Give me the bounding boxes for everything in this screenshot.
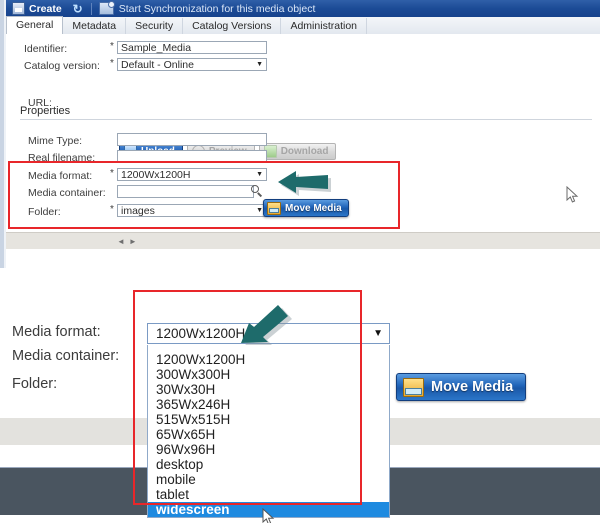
mime-type-label: Mime Type: — [28, 135, 82, 147]
tab-catalog-versions[interactable]: Catalog Versions — [183, 18, 281, 34]
identifier-label: Identifier: — [24, 43, 67, 55]
callout-arrow-media-format — [273, 166, 333, 199]
panel-bottom-gap — [6, 249, 600, 268]
save-disk-icon — [12, 2, 25, 15]
url-label: URL: — [28, 97, 52, 109]
identifier-required-marker: * — [110, 41, 114, 52]
mime-type-input[interactable] — [117, 133, 267, 146]
tab-strip: General Metadata Security Catalog Versio… — [6, 17, 600, 35]
zoom-media-format-label: Media format: — [12, 324, 101, 340]
move-media-icon — [403, 378, 424, 397]
tab-administration[interactable]: Administration — [281, 18, 367, 34]
create-button-label[interactable]: Create — [29, 3, 62, 15]
refresh-icon[interactable]: ↻ — [72, 3, 84, 15]
pager-arrows: ◄ ► — [117, 237, 137, 246]
properties-divider — [20, 119, 592, 120]
properties-section-header: Properties — [20, 105, 592, 117]
mouse-cursor — [566, 186, 579, 204]
zoom-folder-label: Folder: — [12, 376, 57, 392]
pager-next-icon[interactable]: ► — [129, 237, 137, 246]
mouse-cursor — [262, 508, 275, 523]
pager-prev-icon[interactable]: ◄ — [117, 237, 125, 246]
chevron-down-icon: ▼ — [373, 328, 383, 339]
zoom-media-container-label: Media container: — [12, 348, 119, 364]
tab-metadata[interactable]: Metadata — [63, 18, 126, 34]
download-button-label: Download — [281, 146, 329, 157]
tab-security[interactable]: Security — [126, 18, 183, 34]
highlight-box-media-fields — [8, 161, 400, 229]
sync-icon[interactable] — [99, 2, 114, 15]
identifier-input[interactable]: Sample_Media — [117, 41, 267, 54]
tab-general[interactable]: General — [6, 16, 63, 35]
sync-label[interactable]: Start Synchronization for this media obj… — [119, 3, 316, 15]
catalog-version-value: Default - Online — [121, 59, 194, 71]
catalog-version-label: Catalog version: — [24, 60, 100, 72]
callout-arrow-dropdown — [238, 303, 294, 345]
catalog-version-select[interactable]: Default - Online ▼ — [117, 58, 267, 71]
catalog-version-required-marker: * — [110, 58, 114, 69]
window-titlebar: Create ↻ Start Synchronization for this … — [6, 0, 600, 17]
chevron-down-icon: ▼ — [256, 61, 263, 68]
zoom-move-media-button[interactable]: Move Media — [396, 373, 526, 401]
screenshot-separator — [0, 268, 600, 288]
zoom-move-media-button-label: Move Media — [431, 379, 513, 395]
titlebar-divider — [91, 3, 92, 15]
screenshot-root: Create ↻ Start Synchronization for this … — [0, 0, 600, 523]
download-button[interactable]: Download — [259, 143, 337, 160]
pager-bar: ◄ ► — [6, 232, 600, 250]
